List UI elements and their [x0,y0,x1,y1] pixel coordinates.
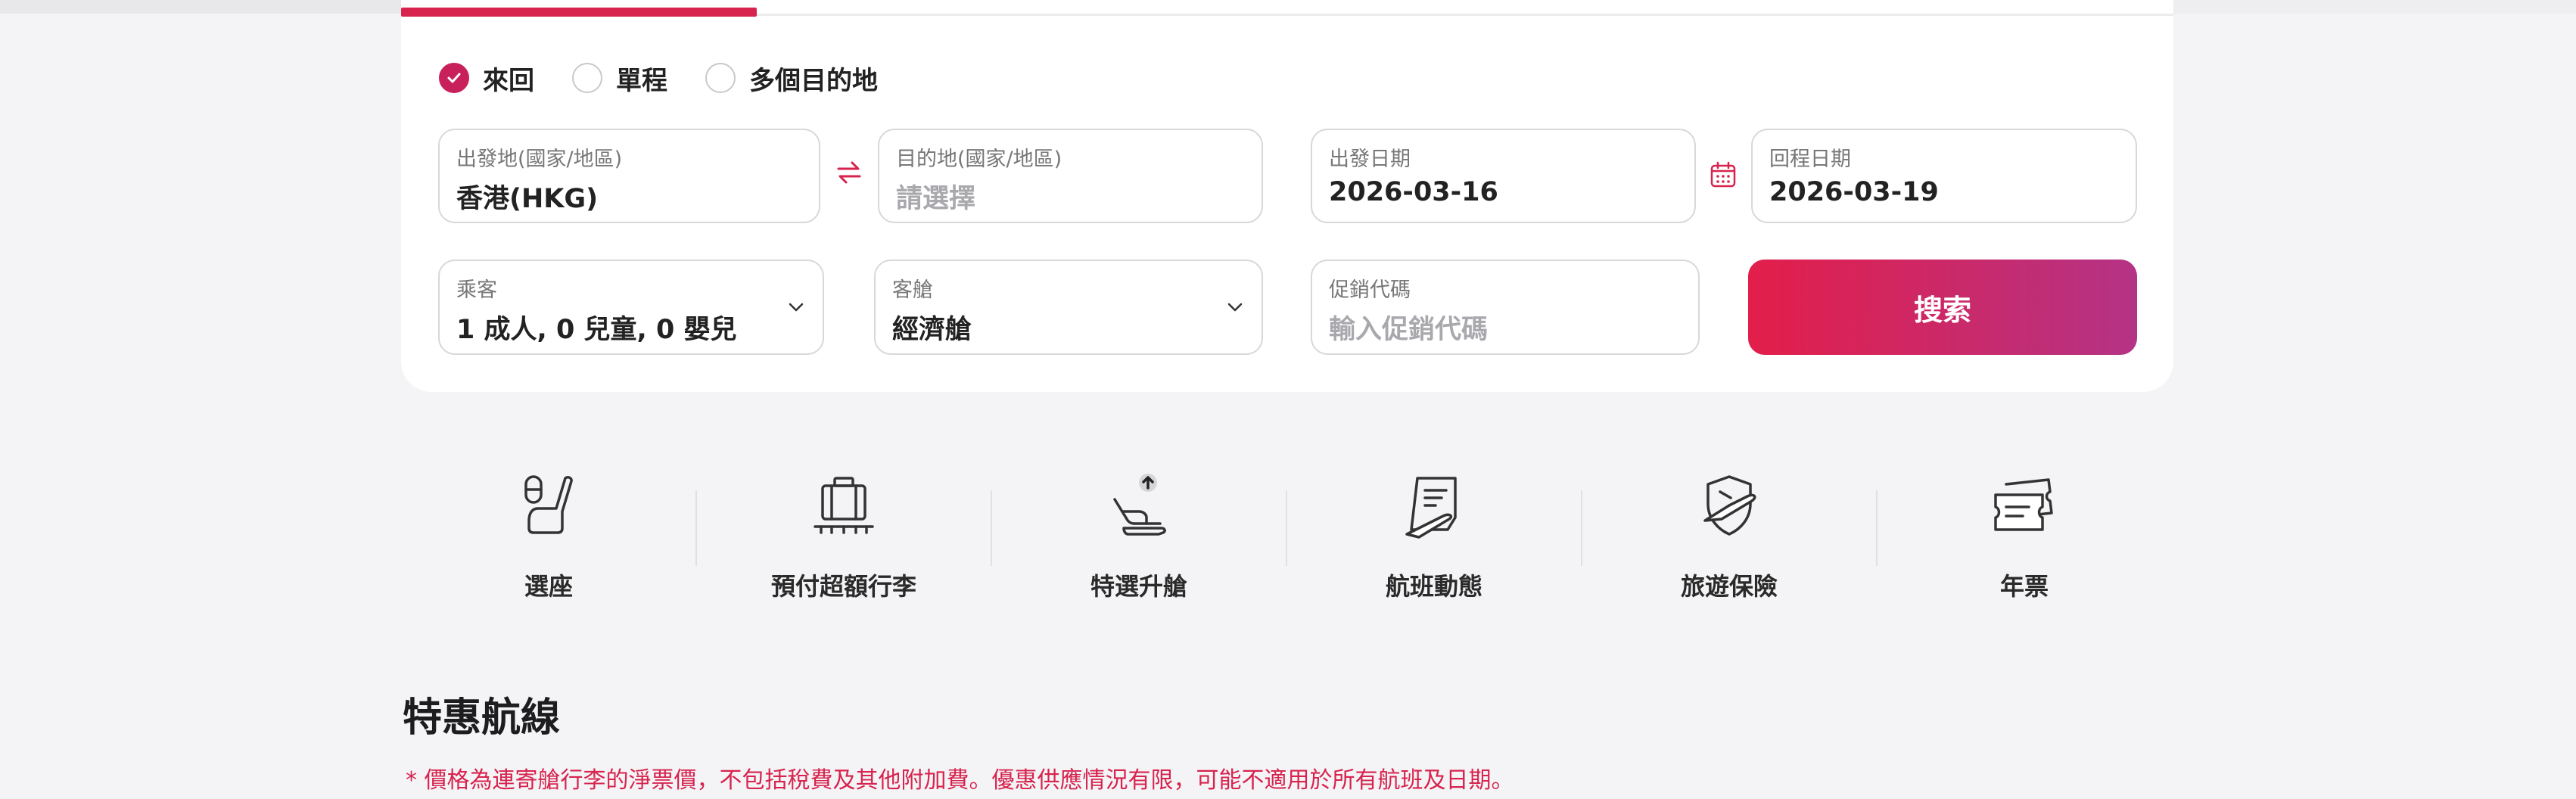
trip-type-label: 來回 [483,65,534,96]
origin-value: 香港(HKG) [456,184,599,214]
service-seat-selection[interactable]: 選座 [401,454,696,605]
passengers-value: 1 成人, 0 兒童, 0 嬰兒 [456,315,737,345]
return-date-label: 回程日期 [1769,148,1851,171]
service-label: 特選升艙 [1090,572,1187,601]
promo-code-placeholder: 輸入促銷代碼 [1329,315,1489,345]
service-label: 旅遊保險 [1680,572,1778,601]
passengers-select[interactable]: 乘客 1 成人, 0 兒童, 0 嬰兒 [438,260,824,355]
promo-code-label: 促銷代碼 [1329,278,1411,302]
trip-type-one-way[interactable]: 單程 [572,60,667,97]
cabin-value: 經濟艙 [892,315,972,345]
trip-type-group: 來回 單程 多個目的地 [439,59,916,97]
travel-insurance-icon [1691,469,1767,545]
cabin-label: 客艙 [892,278,933,302]
active-tab-indicator [401,8,757,17]
service-flight-status[interactable]: 航班動態 [1286,454,1582,605]
service-travel-insurance[interactable]: 旅遊保險 [1582,454,1877,605]
calendar-icon[interactable] [1709,160,1738,192]
annual-pass-icon [1986,469,2062,545]
service-label: 預付超額行李 [770,572,916,601]
trip-type-label: 多個目的地 [749,65,878,96]
trip-type-round-trip[interactable]: 來回 [439,60,534,97]
price-disclaimer: * 價格為連寄艙行李的淨票價，不包括稅費及其他附加費。優惠供應情況有限，可能不適… [406,767,1514,794]
background-strip [2173,0,2576,14]
service-label: 航班動態 [1385,572,1482,601]
return-date-value: 2026-03-19 [1769,177,1939,207]
chevron-down-icon [786,297,806,320]
flight-status-icon [1396,469,1472,545]
promo-code-input[interactable]: 促銷代碼 輸入促銷代碼 [1311,260,1700,355]
origin-field[interactable]: 出發地(國家/地區) 香港(HKG) [438,129,820,223]
trip-type-label: 單程 [616,65,667,96]
service-prepaid-baggage[interactable]: 預付超額行李 [696,454,991,605]
services-row: 選座 預付超額行李 特選升艙 航班動態 旅遊保險 年票 [401,454,2173,620]
chevron-down-icon [1225,297,1245,320]
radio-checked-icon[interactable] [439,63,469,93]
upgrade-seat-icon [1101,469,1177,545]
destination-field[interactable]: 目的地(國家/地區) 請選擇 [878,129,1263,223]
depart-date-value: 2026-03-16 [1329,177,1498,207]
radio-unchecked-icon[interactable] [705,63,736,93]
service-label: 選座 [524,572,573,601]
passengers-label: 乘客 [456,278,497,302]
origin-label: 出發地(國家/地區) [456,148,623,171]
service-upgrade[interactable]: 特選升艙 [991,454,1286,605]
service-annual-pass[interactable]: 年票 [1877,454,2172,605]
baggage-icon [806,469,882,545]
section-title: 特惠航線 [403,695,561,741]
radio-unchecked-icon[interactable] [572,63,602,93]
trip-type-multi-city[interactable]: 多個目的地 [705,60,878,97]
destination-label: 目的地(國家/地區) [896,148,1062,171]
depart-date-label: 出發日期 [1329,148,1411,171]
depart-date-field[interactable]: 出發日期 2026-03-16 [1311,129,1696,223]
cabin-select[interactable]: 客艙 經濟艙 [874,260,1263,355]
swap-icon[interactable] [834,157,864,191]
destination-placeholder: 請選擇 [896,184,976,214]
seat-icon [511,469,586,545]
background-strip [0,0,401,14]
return-date-field[interactable]: 回程日期 2026-03-19 [1751,129,2137,223]
flight-search-card: 來回 單程 多個目的地 出發地(國家/地區) 香港(HKG) 目的地(國家/地區… [401,0,2173,392]
search-button[interactable]: 搜索 [1748,260,2137,355]
service-label: 年票 [1999,572,2049,601]
